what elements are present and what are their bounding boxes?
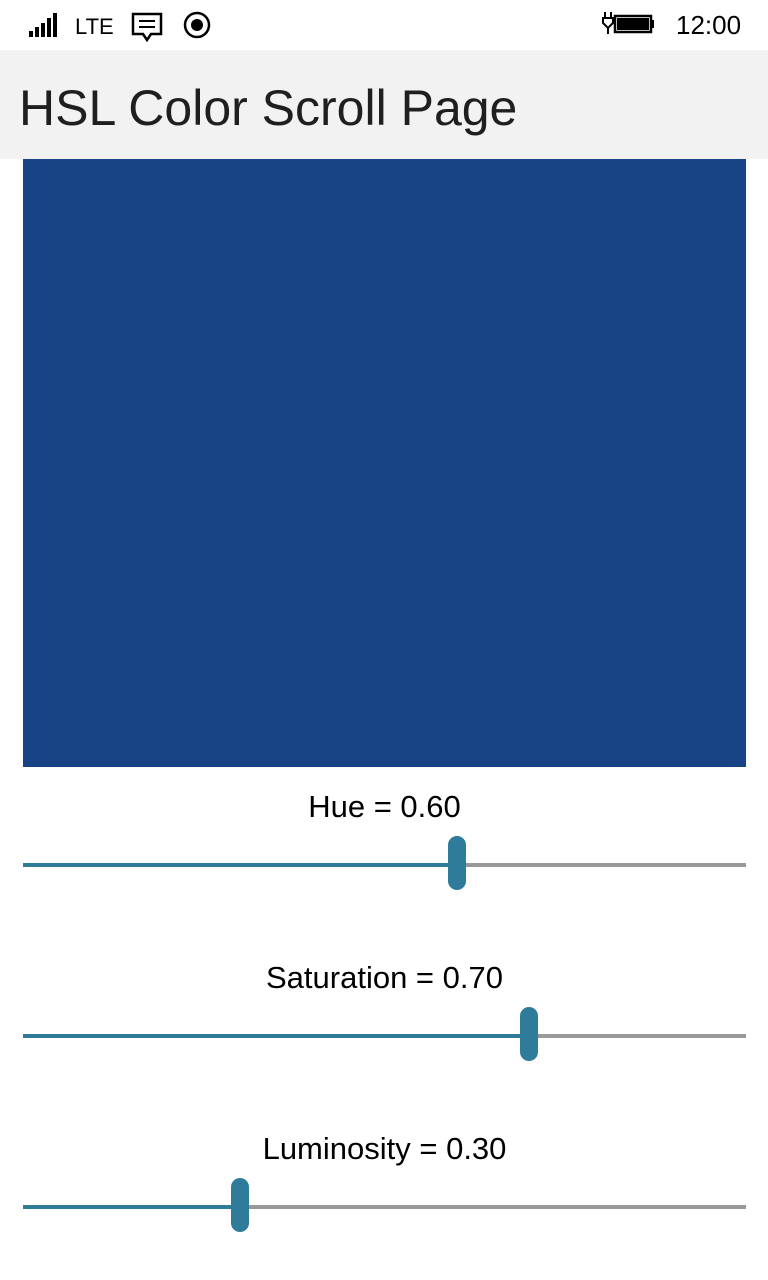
status-bar: LTE 12:00 xyxy=(0,0,768,50)
hue-slider-thumb[interactable] xyxy=(447,836,466,890)
hue-label: Hue = 0.60 xyxy=(308,789,461,824)
network-type: LTE xyxy=(75,14,114,39)
saturation-slider-thumb[interactable] xyxy=(520,1007,539,1061)
saturation-slider[interactable] xyxy=(23,1007,746,1061)
luminosity-slider-fill xyxy=(23,1205,240,1209)
record-icon xyxy=(183,11,211,39)
luminosity-slider-group: Luminosity = 0.30 xyxy=(23,1129,746,1279)
luminosity-slider[interactable] xyxy=(23,1178,746,1232)
signal-icon xyxy=(29,13,61,37)
hue-slider-group: Hue = 0.60 xyxy=(23,787,746,937)
saturation-slider-group: Saturation = 0.70 xyxy=(23,958,746,1108)
clock: 12:00 xyxy=(676,10,742,40)
hue-slider[interactable] xyxy=(23,836,746,890)
message-icon xyxy=(131,12,163,42)
page-title: HSL Color Scroll Page xyxy=(19,80,518,136)
saturation-slider-fill xyxy=(23,1034,530,1038)
saturation-label: Saturation = 0.70 xyxy=(266,960,503,995)
title-bar: HSL Color Scroll Page xyxy=(0,50,768,159)
luminosity-label: Luminosity = 0.30 xyxy=(262,1131,507,1166)
color-swatch xyxy=(23,159,746,767)
hue-slider-fill xyxy=(23,863,457,867)
luminosity-slider-thumb[interactable] xyxy=(230,1178,249,1232)
battery-charging-icon xyxy=(602,12,654,34)
